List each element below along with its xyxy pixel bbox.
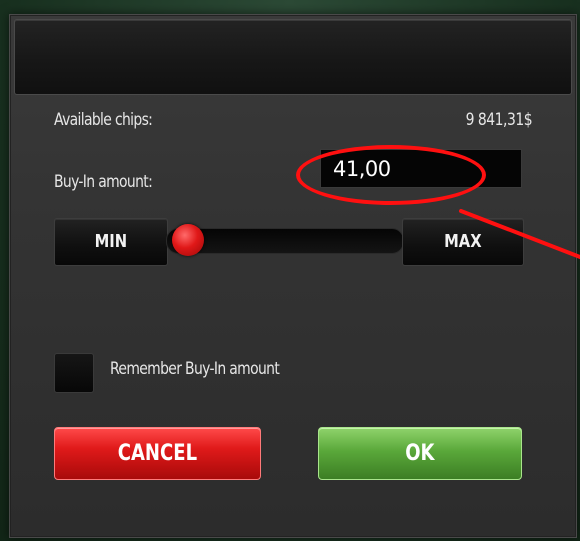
available-chips-label: Available chips: xyxy=(54,110,153,130)
remember-buy-in-label: Remember Buy-In amount xyxy=(110,359,280,379)
min-button-label: MIN xyxy=(94,231,128,252)
dialog-title-bar xyxy=(14,19,572,95)
remember-buy-in-checkbox[interactable] xyxy=(54,353,94,393)
table-background: Available chips: 9 841,31$ Buy-In amount… xyxy=(0,0,580,541)
cancel-button-label: CANCEL xyxy=(117,441,198,466)
max-button-label: MAX xyxy=(444,231,482,252)
min-button[interactable]: MIN xyxy=(54,218,168,266)
available-chips-value: 9 841,31$ xyxy=(465,110,532,130)
ok-button[interactable]: OK xyxy=(318,427,522,480)
buy-in-amount-input[interactable]: 41,00 xyxy=(320,149,522,188)
cancel-button[interactable]: CANCEL xyxy=(54,427,261,480)
buy-in-slider[interactable] xyxy=(166,224,404,256)
ok-button-label: OK xyxy=(405,441,435,466)
slider-handle[interactable] xyxy=(171,224,204,256)
buy-in-amount-label: Buy-In amount: xyxy=(54,172,153,192)
max-button[interactable]: MAX xyxy=(402,218,524,266)
